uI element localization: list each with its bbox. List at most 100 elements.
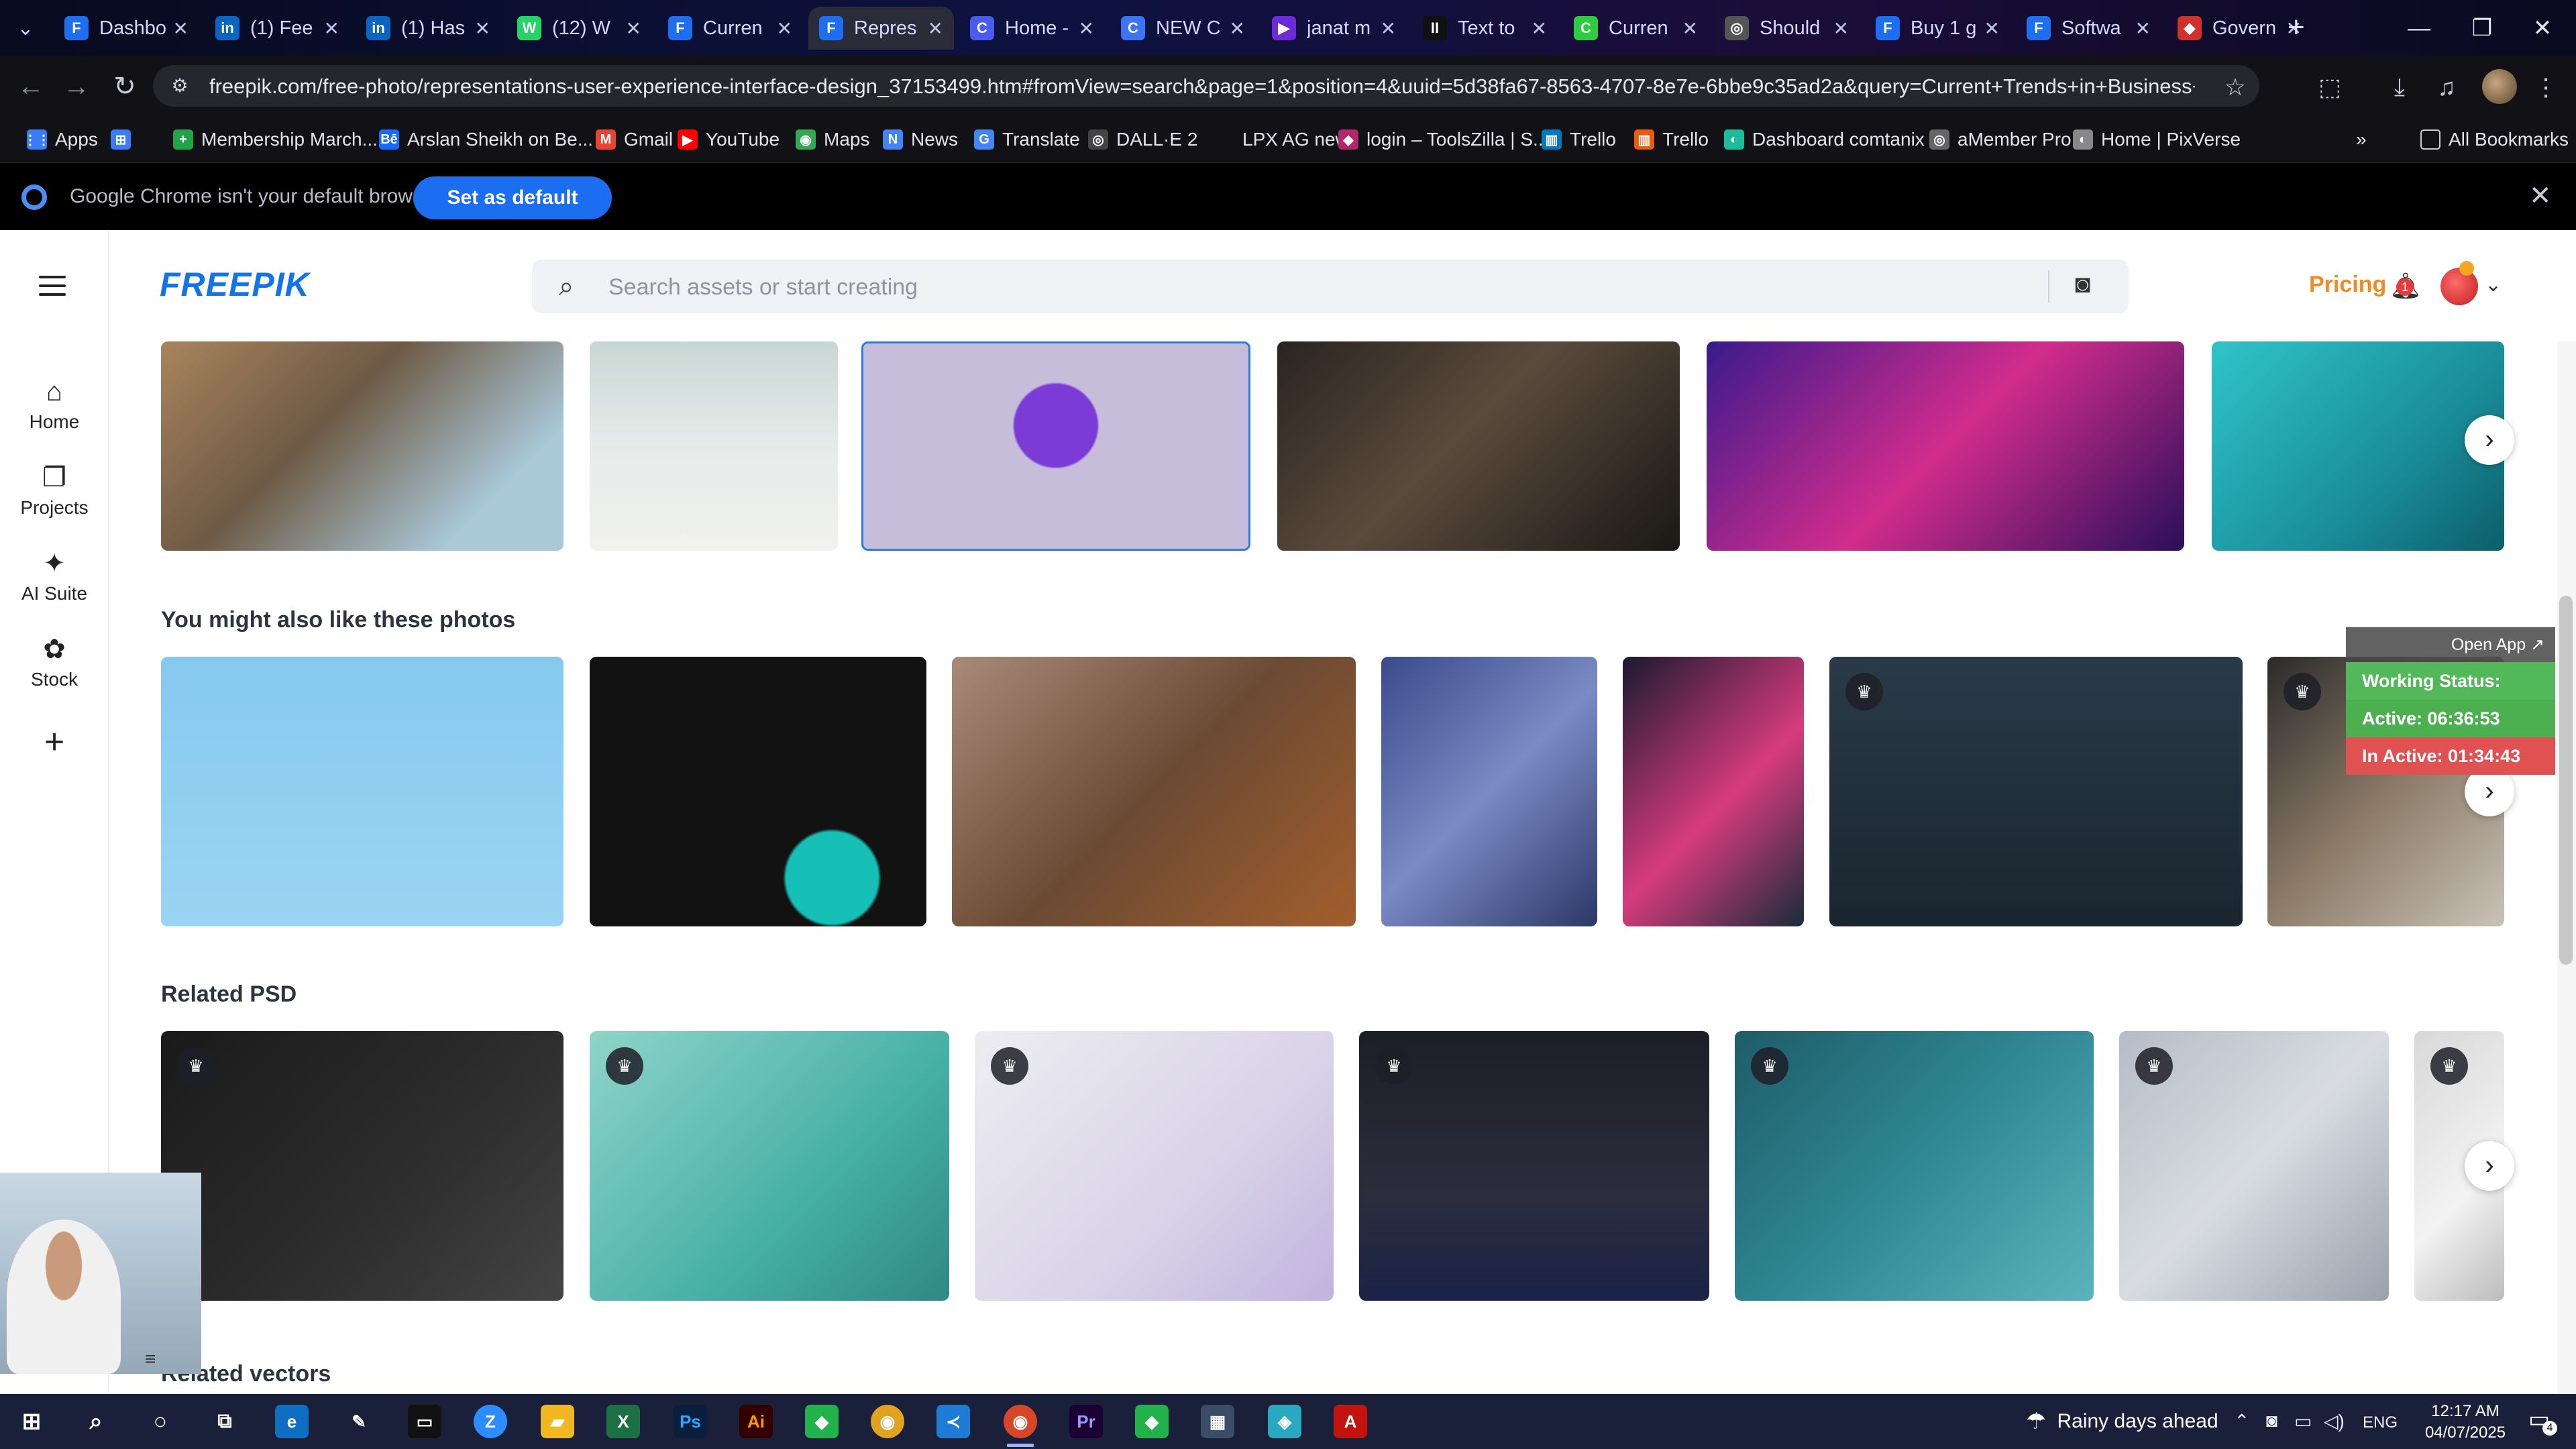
bookmark-item[interactable]: ▥ Trello xyxy=(1542,125,1616,154)
sidebar-item-stock[interactable]: ✿ Stock xyxy=(0,633,109,690)
bookmark-star-icon[interactable]: ☆ xyxy=(2224,73,2246,101)
pen-tool-icon[interactable]: ✎ xyxy=(342,1405,376,1438)
browser-tab[interactable]: F Curren ✕ xyxy=(657,7,803,50)
browser-tab[interactable]: II Text to ✕ xyxy=(1412,7,1558,50)
photo-thumbnail[interactable] xyxy=(1623,657,1804,926)
psd-thumbnail-premium[interactable]: ♛ xyxy=(2119,1031,2389,1301)
profile-avatar[interactable] xyxy=(2482,69,2517,104)
tab-close-icon[interactable]: ✕ xyxy=(1079,17,1094,40)
close-window-button[interactable]: ✕ xyxy=(2516,9,2569,47)
set-as-default-button[interactable]: Set as default xyxy=(413,176,612,219)
tab-close-icon[interactable]: ✕ xyxy=(173,17,189,40)
media-controls-icon[interactable]: ♫ xyxy=(2430,70,2463,104)
photo-thumbnail[interactable] xyxy=(590,341,838,551)
hamburger-menu-icon[interactable] xyxy=(39,276,66,296)
browser-tab[interactable]: C NEW C ✕ xyxy=(1110,7,1256,50)
bookmark-item[interactable]: M Gmail xyxy=(596,125,673,154)
acrobat-icon[interactable]: A xyxy=(1334,1405,1367,1438)
tab-close-icon[interactable]: ✕ xyxy=(928,17,943,40)
file-explorer-icon[interactable]: ▰ xyxy=(541,1405,574,1438)
browser-tab[interactable]: F Buy 1 g ✕ xyxy=(1865,7,2010,50)
illustrator-icon[interactable]: Ai xyxy=(739,1405,773,1438)
bookmark-item[interactable]: ▥ Trello xyxy=(1634,125,1709,154)
minimize-button[interactable]: — xyxy=(2392,9,2446,47)
psd-thumbnail-premium[interactable]: ♛ xyxy=(1359,1031,1709,1301)
clock[interactable]: 12:17 AM 04/07/2025 xyxy=(2415,1401,2516,1444)
freepik-logo[interactable]: FREEPIK xyxy=(160,265,310,304)
bookmark-item[interactable]: ◎ DALL·E 2 xyxy=(1088,125,1197,154)
task-view-icon[interactable]: ⧉ xyxy=(208,1405,241,1438)
sidebar-item-home[interactable]: ⌂ Home xyxy=(0,375,109,433)
start-icon[interactable]: ⊞ xyxy=(15,1405,48,1438)
bookmark-item[interactable]: Bē Arslan Sheikh on Be... xyxy=(379,125,593,154)
bookmark-item[interactable]: G Translate xyxy=(974,125,1080,154)
psd-thumbnail-premium[interactable]: ♛ xyxy=(1735,1031,2094,1301)
search-icon[interactable]: ⌕ xyxy=(79,1405,113,1438)
search-input[interactable]: ⌕ Search assets or start creating ◙ xyxy=(532,260,2129,313)
photo-thumbnail[interactable] xyxy=(2212,341,2504,551)
restore-button[interactable]: ❐ xyxy=(2455,9,2509,47)
bookmark-item[interactable]: ⊞ xyxy=(111,125,139,154)
sidebar-item-ai-suite[interactable]: ✦ AI Suite xyxy=(0,547,109,604)
meet-now-icon[interactable]: ◙ xyxy=(2266,1410,2277,1432)
carousel-next-icon[interactable]: › xyxy=(2465,1141,2514,1191)
bookmark-item[interactable]: + Membership March... xyxy=(173,125,378,154)
chrome-active-icon[interactable]: ◉ xyxy=(1004,1405,1037,1438)
bookmark-item[interactable]: LPX AG new xyxy=(1214,125,1349,154)
tab-close-icon[interactable]: ✕ xyxy=(1833,17,1849,40)
psd-thumbnail-premium[interactable]: ♛ xyxy=(161,1031,564,1301)
infobar-close-icon[interactable]: ✕ xyxy=(2529,180,2552,211)
tab-close-icon[interactable]: ✕ xyxy=(475,17,490,40)
calculator-icon[interactable]: ▦ xyxy=(1201,1405,1234,1438)
premiere-icon[interactable]: Pr xyxy=(1069,1405,1103,1438)
photo-thumbnail[interactable] xyxy=(1277,341,1680,551)
network-icon[interactable]: ▭ xyxy=(2294,1410,2312,1432)
terminal-icon[interactable]: ▭ xyxy=(408,1405,441,1438)
tab-close-icon[interactable]: ✕ xyxy=(1682,17,1698,40)
browser-tab[interactable]: ◎ Should ✕ xyxy=(1714,7,1860,50)
user-avatar[interactable] xyxy=(2440,261,2478,305)
photo-thumbnail[interactable] xyxy=(590,657,926,926)
browser-tab[interactable]: W (12) W ✕ xyxy=(506,7,652,50)
bookmarks-overflow-button[interactable]: » xyxy=(2356,125,2367,154)
menu-kebab-icon[interactable]: ⋮ xyxy=(2529,70,2563,104)
psd-thumbnail-premium[interactable]: ♛ xyxy=(590,1031,949,1301)
browser-tab[interactable]: ▶ janat m ✕ xyxy=(1261,7,1407,50)
psd-thumbnail-premium[interactable]: ♛ xyxy=(975,1031,1334,1301)
photoshop-icon[interactable]: Ps xyxy=(674,1405,707,1438)
photo-thumbnail[interactable] xyxy=(952,657,1356,926)
tray-chevron-icon[interactable]: ⌃ xyxy=(2234,1410,2249,1432)
photo-thumbnail-selected[interactable] xyxy=(861,341,1250,551)
green-app-icon[interactable]: ◆ xyxy=(805,1405,839,1438)
browser-tab[interactable]: F Dashbo ✕ xyxy=(54,7,199,50)
cortana-icon[interactable]: ○ xyxy=(144,1405,177,1438)
notification-center-icon[interactable]: ▭ 4 xyxy=(2522,1406,2557,1437)
all-bookmarks-button[interactable]: All Bookmarks xyxy=(2420,125,2569,154)
browser-tab[interactable]: C Home - ✕ xyxy=(959,7,1105,50)
language-indicator[interactable]: ENG xyxy=(2363,1413,2398,1432)
bookmark-item[interactable]: ▶ YouTube xyxy=(678,125,780,154)
back-button[interactable]: ← xyxy=(13,69,48,104)
tab-close-icon[interactable]: ✕ xyxy=(777,17,792,40)
green-app-icon[interactable]: ◆ xyxy=(1135,1405,1169,1438)
notification-bell-icon[interactable]: 🔔︎1 xyxy=(2390,272,2422,301)
chevron-down-icon[interactable]: ⌄ xyxy=(2485,273,2502,297)
volume-icon[interactable]: ◁) xyxy=(2324,1410,2345,1432)
weather-widget[interactable]: ☂ Rainy days ahead xyxy=(2026,1407,2218,1436)
excel-icon[interactable]: X xyxy=(606,1405,640,1438)
tab-close-icon[interactable]: ✕ xyxy=(1381,17,1396,40)
browser-tab[interactable]: in (1) Has ✕ xyxy=(356,7,501,50)
edge-icon[interactable]: e xyxy=(275,1405,309,1438)
browser-tab[interactable]: F Repres ✕ xyxy=(808,7,954,50)
downloads-icon[interactable]: ⤓ xyxy=(2383,70,2416,104)
pricing-link[interactable]: Pricing xyxy=(2309,272,2386,298)
reload-button[interactable]: ↻ xyxy=(107,69,142,104)
bookmark-item[interactable]: N News xyxy=(883,125,958,154)
tab-close-icon[interactable]: ✕ xyxy=(1984,17,2000,40)
bookmark-item[interactable]: ◐ Home | PixVerse xyxy=(2073,125,2241,154)
bookmark-item[interactable]: ◎ aMember Pro xyxy=(1929,125,2072,154)
webcam-preview[interactable]: ≡ xyxy=(0,1173,201,1374)
tab-close-icon[interactable]: ✕ xyxy=(324,17,339,40)
tab-close-icon[interactable]: ✕ xyxy=(1532,17,1547,40)
tab-close-icon[interactable]: ✕ xyxy=(2135,17,2151,40)
